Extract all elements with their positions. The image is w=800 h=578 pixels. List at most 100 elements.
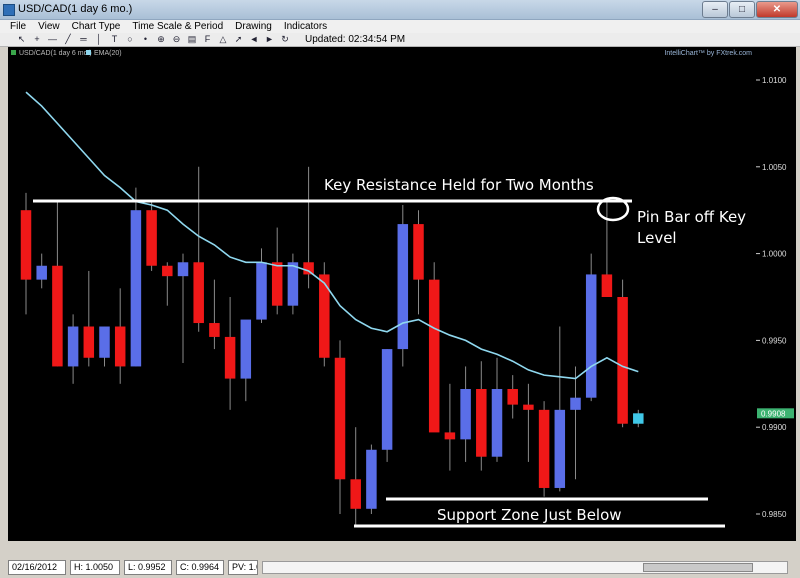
legend-price: USD/CAD(1 day 6 mo.) <box>19 50 92 57</box>
candle-body <box>224 336 236 379</box>
fib-icon[interactable]: F <box>202 34 213 45</box>
y-tick-label: 1.0050 <box>762 163 787 172</box>
legend-ema: EMA(20) <box>94 50 122 57</box>
candle-body <box>287 262 299 306</box>
text-icon[interactable]: T <box>109 34 120 45</box>
price-axis: 1.0100 1.0050 1.0000 0.9950 0.9900 0.9850 0.99… <box>756 47 796 541</box>
resistance-label: Key Resistance Held for Two Months <box>324 176 594 194</box>
candle-body <box>67 326 79 367</box>
candle-body <box>554 409 566 488</box>
candle-body <box>476 389 487 457</box>
hline-icon[interactable]: ═ <box>78 34 89 45</box>
vline-icon[interactable]: │ <box>94 34 105 45</box>
support-label: Support Zone Just Below <box>437 506 622 524</box>
menu-file[interactable]: File <box>4 20 32 33</box>
candle-body <box>130 210 142 367</box>
candle-body <box>334 357 346 480</box>
crosshair-icon[interactable]: + <box>32 34 43 45</box>
app-icon <box>3 4 15 16</box>
candle-body <box>570 397 581 410</box>
updated-time: Updated: 02:34:54 PM <box>305 34 406 45</box>
window-controls: – □ ✕ <box>702 1 798 18</box>
zoom-in-icon[interactable]: ⊕ <box>156 34 167 45</box>
minus-icon[interactable]: — <box>47 34 58 45</box>
legend-swatch-price <box>11 50 16 55</box>
candle-body <box>366 449 377 509</box>
candle-body <box>209 323 220 337</box>
status-high: H: 1.0050 <box>70 560 120 575</box>
maximize-button[interactable]: □ <box>729 1 755 18</box>
candle-body <box>460 389 471 440</box>
y-tick-label: 0.9850 <box>762 510 787 519</box>
window-title: USD/CAD(1 day 6 mo.) <box>18 3 133 15</box>
candle-body <box>523 404 534 410</box>
menu-view[interactable]: View <box>32 20 66 33</box>
candle-body <box>52 265 63 367</box>
status-pv: PV: 1.0118 <box>228 560 258 575</box>
candle-body <box>303 262 314 275</box>
candle-body <box>256 262 267 320</box>
candle-body <box>617 297 628 424</box>
last-price-label: 0.9908 <box>761 409 786 418</box>
candle-body <box>381 349 393 450</box>
candle-body <box>350 479 361 509</box>
y-tick-label: 0.9950 <box>762 336 787 345</box>
menu-chart-type[interactable]: Chart Type <box>66 20 127 33</box>
left-icon[interactable]: ◄ <box>249 34 260 45</box>
status-date: 02/16/2012 <box>8 560 66 575</box>
candle-body <box>585 274 597 398</box>
candle-body <box>444 432 456 440</box>
refresh-icon[interactable]: ↻ <box>280 34 291 45</box>
candle-body <box>507 389 518 405</box>
price-chart: USD/CAD(1 day 6 mo.) EMA(20) IntelliChart™… <box>8 50 756 536</box>
menu-time-scale[interactable]: Time Scale & Period <box>126 20 229 33</box>
candle-body <box>240 319 252 379</box>
y-tick-label: 1.0100 <box>762 76 787 85</box>
y-tick-label: 0.9900 <box>762 423 787 432</box>
status-low: L: 0.9952 <box>124 560 172 575</box>
candle-body <box>601 274 613 297</box>
candle-body <box>83 326 95 358</box>
line-icon[interactable]: ╱ <box>63 34 74 45</box>
zoom-out-icon[interactable]: ⊖ <box>171 34 182 45</box>
candle-body <box>538 409 550 488</box>
horizontal-scrollbar[interactable] <box>262 561 788 574</box>
candle-body <box>413 224 424 280</box>
candle-body <box>20 210 32 280</box>
candle-body <box>99 326 110 358</box>
cursor-icon[interactable]: ↖ <box>16 34 27 45</box>
candle-body <box>319 274 330 358</box>
legend-swatch-ema <box>86 50 91 55</box>
scroll-thumb[interactable] <box>643 563 753 572</box>
triangle-icon[interactable]: △ <box>218 34 229 45</box>
candle-body <box>491 389 503 457</box>
candle-body <box>36 265 47 280</box>
candle-body <box>114 326 126 367</box>
minimize-button[interactable]: – <box>702 1 728 18</box>
arrow-icon[interactable]: ➚ <box>233 34 244 45</box>
menu-indicators[interactable]: Indicators <box>278 20 333 33</box>
candle-body <box>271 262 283 306</box>
menu-bar: File View Chart Type Time Scale & Period… <box>0 20 800 33</box>
toolbar: ↖ + — ╱ ═ │ T ○ • ⊕ ⊖ ▤ F △ ➚ ◄ ► ↻ Updated: 02:34:54 PM <box>0 33 800 47</box>
status-close: C: 0.9964 <box>176 560 224 575</box>
right-icon[interactable]: ► <box>264 34 275 45</box>
candle-body <box>193 262 204 324</box>
circle-icon[interactable]: ○ <box>125 34 136 45</box>
chart-icon[interactable]: ▤ <box>187 34 198 45</box>
candle-body <box>177 262 189 277</box>
candle-body <box>146 210 157 266</box>
candle-body <box>162 265 173 277</box>
pinbar-label-2: Level <box>637 229 677 247</box>
candle-body <box>397 224 409 350</box>
dot-icon[interactable]: • <box>140 34 151 45</box>
chart-area[interactable]: USD/CAD(1 day 6 mo.) EMA(20) IntelliChart™… <box>8 47 756 541</box>
candle-body <box>633 413 644 424</box>
status-bar: 02/16/2012 H: 1.0050 L: 0.9952 C: 0.9964… <box>0 558 800 578</box>
watermark: IntelliChart™ by FXtrek.com <box>664 50 752 57</box>
close-button[interactable]: ✕ <box>756 1 798 18</box>
price-axis-svg: 1.0100 1.0050 1.0000 0.9950 0.9900 0.9850 0.99… <box>756 76 794 519</box>
menu-drawing[interactable]: Drawing <box>229 20 278 33</box>
candle-body <box>428 279 440 433</box>
y-tick-label: 1.0000 <box>762 250 787 259</box>
